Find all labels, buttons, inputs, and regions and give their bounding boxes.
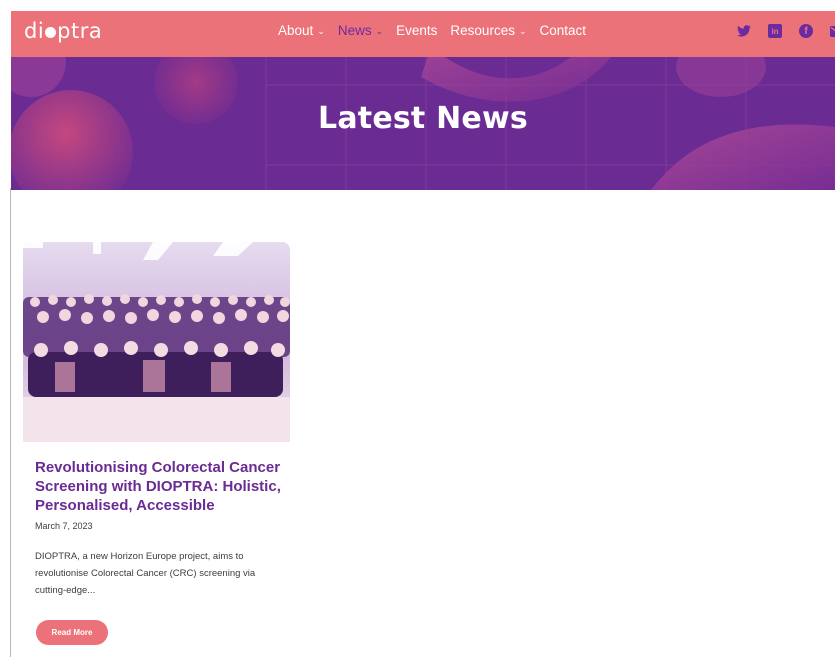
twitter-icon[interactable] xyxy=(737,24,751,38)
logo-dot-icon xyxy=(45,26,57,38)
nav-item-label: Contact xyxy=(539,23,587,38)
nav-item-events[interactable]: Events xyxy=(396,23,437,38)
chevron-down-icon: ⌄ xyxy=(518,26,527,36)
page-frame: di ptra About ⌄ News ⌄ Events Resources … xyxy=(11,11,835,657)
nav-item-resources[interactable]: Resources ⌄ xyxy=(450,23,526,38)
main-nav: About ⌄ News ⌄ Events Resources ⌄ Contac… xyxy=(278,23,599,38)
nav-item-contact[interactable]: Contact xyxy=(540,23,587,38)
window-top-margin xyxy=(0,0,835,11)
nav-item-label: News xyxy=(337,23,372,38)
nav-item-label: About xyxy=(278,23,314,38)
linkedin-icon[interactable]: in xyxy=(768,24,782,38)
chevron-down-icon: ⌄ xyxy=(375,26,384,36)
nav-item-news[interactable]: News ⌄ xyxy=(338,23,383,38)
nav-item-about[interactable]: About ⌄ xyxy=(278,23,325,38)
nav-item-label: Resources xyxy=(450,23,515,38)
page-title: Latest News xyxy=(318,101,528,136)
site-header: di ptra About ⌄ News ⌄ Events Resources … xyxy=(11,11,835,57)
news-card-excerpt: DIOPTRA, a new Horizon Europe project, a… xyxy=(35,551,256,596)
nav-item-label: Events xyxy=(396,23,438,38)
read-more-button[interactable]: Read More xyxy=(36,620,108,645)
hero-banner: Latest News xyxy=(11,57,835,190)
site-logo[interactable]: di ptra xyxy=(24,19,102,43)
logo-text-right: ptra xyxy=(57,19,103,43)
social-links: in f xyxy=(737,24,835,38)
news-card-date: March 7, 2023 xyxy=(35,521,93,531)
email-icon[interactable] xyxy=(830,24,835,38)
group-photo-image xyxy=(23,242,290,442)
logo-text-left: di xyxy=(24,19,45,43)
news-card-title[interactable]: Revolutionising Colorectal Cancer Screen… xyxy=(35,458,285,515)
facebook-icon[interactable]: f xyxy=(799,24,813,38)
chevron-down-icon: ⌄ xyxy=(317,26,325,36)
news-card-image[interactable] xyxy=(23,242,290,442)
